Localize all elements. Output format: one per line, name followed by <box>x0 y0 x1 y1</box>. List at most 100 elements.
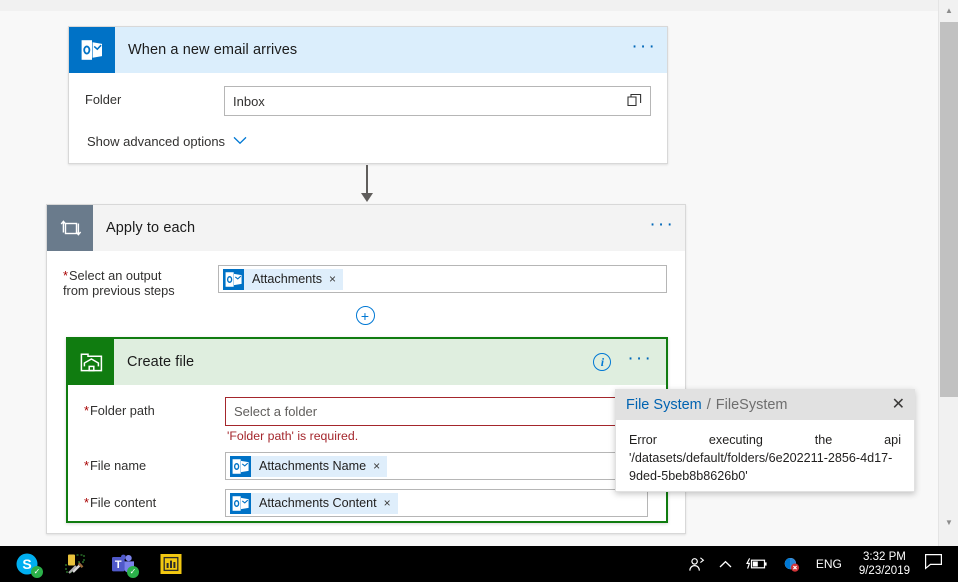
folder-path-error: 'Folder path' is required. <box>227 429 359 443</box>
close-icon[interactable]: × <box>384 496 391 510</box>
clock-time: 3:32 PM <box>863 551 906 563</box>
required-marker: * <box>84 458 89 473</box>
folder-path-input[interactable]: Select a folder <box>225 397 648 426</box>
file-content-input[interactable]: Attachments Content × <box>225 489 648 517</box>
file-name-input[interactable]: Attachments Name × <box>225 452 648 480</box>
filesystem-icon <box>68 339 114 385</box>
create-file-card[interactable]: Create file i ··· *Folder path Select a … <box>66 337 668 523</box>
folder-picker-icon[interactable] <box>627 93 642 110</box>
language-indicator[interactable]: ENG <box>807 557 851 571</box>
error-flyout-body: Error executing the api '/datasets/defau… <box>616 420 914 499</box>
status-badge: ✓ <box>127 566 139 578</box>
create-file-header-actions: i ··· <box>593 339 653 385</box>
error-flyout-header: File System / FileSystem ✕ <box>616 390 914 420</box>
create-file-body: *Folder path Select a folder 'Folder pat… <box>68 385 666 529</box>
skype-taskbar-icon[interactable]: S ✓ <box>4 546 50 582</box>
chevron-down-icon <box>233 136 247 148</box>
outlook-icon <box>230 455 251 477</box>
create-file-title: Create file <box>127 354 195 370</box>
apply-to-each-menu-button[interactable]: ··· <box>649 215 675 237</box>
trigger-header-actions: ··· <box>631 27 657 73</box>
trigger-title: When a new email arrives <box>128 42 298 58</box>
trigger-card-header[interactable]: When a new email arrives ··· <box>69 27 667 73</box>
attachments-token[interactable]: Attachments × <box>223 268 344 290</box>
svg-text:T: T <box>115 559 122 571</box>
info-icon[interactable]: i <box>593 353 612 371</box>
trigger-folder-control: Inbox <box>224 86 651 116</box>
show-advanced-options-toggle[interactable]: Show advanced options <box>87 134 651 149</box>
build-tools-taskbar-icon[interactable] <box>52 546 98 582</box>
error-flyout[interactable]: File System / FileSystem ✕ Error executi… <box>615 389 915 492</box>
file-name-field-row: *File name Attachments Name × <box>84 443 648 480</box>
add-action-button[interactable]: + <box>355 306 375 325</box>
error-message-line-2: '/datasets/default/folders/6e202211-2856… <box>629 451 893 465</box>
chevron-up-icon[interactable] <box>712 546 739 582</box>
file-name-control: Attachments Name × <box>225 452 648 480</box>
close-icon[interactable]: ✕ <box>892 397 905 413</box>
apply-to-each-header[interactable]: Apply to each ··· <box>47 205 685 251</box>
connector-arrow <box>360 165 374 205</box>
folder-input[interactable]: Inbox <box>224 86 651 116</box>
close-icon[interactable]: × <box>329 272 336 286</box>
battery-charging-icon[interactable] <box>739 546 775 582</box>
trigger-card[interactable]: When a new email arrives ··· Folder Inbo… <box>68 26 668 164</box>
system-tray: ENG 3:32 PM 9/23/2019 <box>681 546 958 582</box>
create-file-menu-button[interactable]: ··· <box>627 349 653 371</box>
folder-path-field-row: *Folder path Select a folder 'Folder pat… <box>84 385 648 443</box>
select-output-field-row: *Select an output from previous steps At… <box>63 251 667 298</box>
screen: When a new email arrives ··· Folder Inbo… <box>0 0 958 582</box>
file-content-control: Attachments Content × <box>225 489 648 517</box>
trigger-folder-field-row: Folder Inbox <box>85 73 651 116</box>
file-content-field-row: *File content Attachments Content × <box>84 480 648 517</box>
select-output-control: Attachments × <box>218 265 667 293</box>
loop-icon <box>47 205 93 251</box>
folder-path-placeholder: Select a folder <box>234 404 318 419</box>
token-label: Attachments Name <box>259 459 367 473</box>
close-icon[interactable]: × <box>373 459 380 473</box>
folder-path-control: Select a folder 'Folder path' is require… <box>225 397 648 443</box>
trigger-menu-button[interactable]: ··· <box>631 37 657 59</box>
error-flyout-separator: / <box>706 397 711 413</box>
required-marker: * <box>63 268 68 283</box>
scroll-down-arrow[interactable]: ▼ <box>939 514 958 532</box>
required-marker: * <box>84 403 89 418</box>
select-output-label: *Select an output from previous steps <box>63 268 175 298</box>
attachments-content-token[interactable]: Attachments Content × <box>230 492 398 514</box>
show-advanced-options-label: Show advanced options <box>87 134 226 149</box>
token-label: Attachments Content <box>259 496 377 510</box>
people-icon[interactable] <box>681 546 712 582</box>
folder-path-label: *Folder path <box>84 403 155 418</box>
add-action-row: + <box>63 306 667 325</box>
trigger-card-body: Folder Inbox Show advanced options <box>69 73 667 165</box>
file-name-label: *File name <box>84 458 147 473</box>
attachments-name-token[interactable]: Attachments Name × <box>230 455 388 477</box>
flow-designer-canvas: When a new email arrives ··· Folder Inbo… <box>0 0 940 546</box>
windows-taskbar: S ✓ T ✓ ENG 3:32 PM 9/23/2019 <box>0 546 958 582</box>
scrollbar-thumb[interactable] <box>940 22 958 397</box>
file-content-label: *File content <box>84 495 157 510</box>
powerbi-taskbar-icon[interactable] <box>148 546 194 582</box>
apply-to-each-header-actions: ··· <box>649 205 675 251</box>
create-file-header[interactable]: Create file i ··· <box>68 339 666 385</box>
apply-to-each-title: Apply to each <box>106 220 196 236</box>
network-error-icon[interactable] <box>775 546 807 582</box>
token-label: Attachments <box>252 272 322 286</box>
folder-input-value: Inbox <box>233 93 265 109</box>
status-badge: ✓ <box>31 566 43 578</box>
error-flyout-title: File System <box>626 397 702 413</box>
clock[interactable]: 3:32 PM 9/23/2019 <box>851 550 918 578</box>
canvas-top-strip <box>0 0 940 11</box>
outlook-icon <box>69 27 115 73</box>
select-output-input[interactable]: Attachments × <box>218 265 667 293</box>
vertical-scrollbar[interactable]: ▲ ▼ <box>938 0 958 546</box>
teams-taskbar-icon[interactable]: T ✓ <box>100 546 146 582</box>
outlook-icon <box>230 492 251 514</box>
trigger-folder-label: Folder <box>85 92 122 107</box>
required-marker: * <box>84 495 89 510</box>
scroll-up-arrow[interactable]: ▲ <box>939 2 958 20</box>
speech-bubble-icon[interactable] <box>918 553 952 575</box>
apply-to-each-body: *Select an output from previous steps At… <box>47 251 685 325</box>
clock-date: 9/23/2019 <box>858 565 910 577</box>
outlook-icon <box>223 268 244 290</box>
error-message-line-3: 9ded-5beb8b8626b0' <box>629 469 748 483</box>
